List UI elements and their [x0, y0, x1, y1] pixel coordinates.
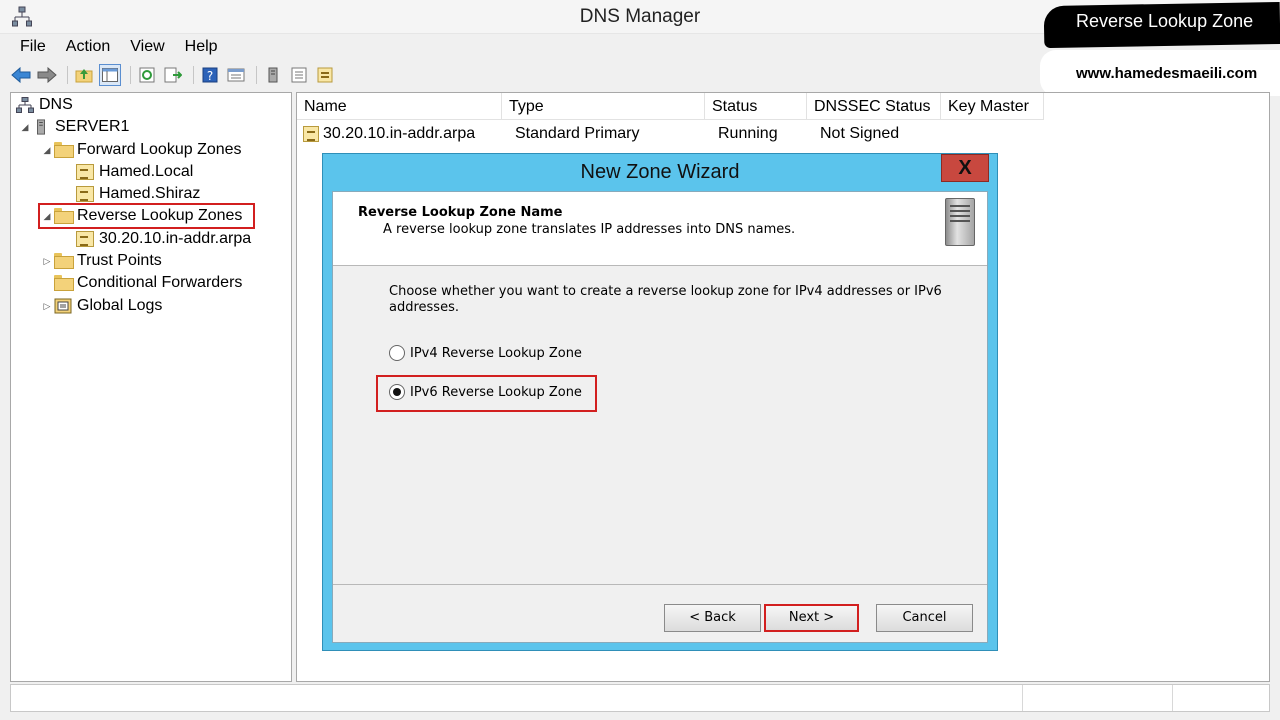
tree-item-server1[interactable]: ◢ SERVER1: [18, 116, 130, 138]
export-list-button[interactable]: [162, 64, 184, 86]
help-button[interactable]: ?: [199, 64, 221, 86]
zone-icon: [303, 126, 319, 142]
dialog-body: Reverse Lookup Zone Name A reverse looku…: [332, 191, 988, 643]
watermark-url: www.hamedesmaeili.com: [1076, 65, 1258, 82]
ipv4-radio[interactable]: [389, 345, 405, 361]
status-divider: [1172, 685, 1173, 711]
expanded-arrow-icon[interactable]: ◢: [18, 122, 32, 133]
server-icon: [37, 119, 45, 135]
wizard-page-title: Reverse Lookup Zone Name: [358, 205, 563, 220]
server-button[interactable]: [262, 64, 284, 86]
collapsed-arrow-icon[interactable]: ▷: [40, 256, 54, 267]
tree-item-label: Conditional Forwarders: [77, 274, 243, 291]
menu-file[interactable]: File: [10, 36, 56, 62]
tree-item-label: Hamed.Shiraz: [99, 185, 201, 202]
tree-item-global-logs[interactable]: ▷ Global Logs: [40, 295, 163, 317]
dns-icon: [16, 97, 34, 113]
list-icon: [291, 67, 307, 83]
zone-icon: [76, 231, 94, 247]
status-divider: [1022, 685, 1023, 711]
folder-icon: [54, 275, 74, 291]
column-header-dnssec-status[interactable]: DNSSEC Status: [807, 93, 941, 120]
cell-type: Standard Primary: [515, 125, 640, 142]
cell-dnssec-status: Not Signed: [820, 125, 900, 142]
expanded-arrow-icon[interactable]: ◢: [40, 145, 54, 156]
tree-item-hamed-shiraz[interactable]: Hamed.Shiraz: [76, 183, 200, 205]
toolbar-separator: [256, 66, 257, 84]
collapsed-arrow-icon[interactable]: ▷: [40, 301, 54, 312]
column-header-name[interactable]: Name: [297, 93, 502, 120]
wizard-instructions: Choose whether you want to create a reve…: [389, 284, 942, 315]
tree-item-trust-points[interactable]: ▷ Trust Points: [40, 250, 162, 272]
properties-button[interactable]: [225, 64, 247, 86]
properties-icon: [227, 68, 245, 82]
forward-button[interactable]: [36, 64, 58, 86]
server-icon: [268, 67, 278, 83]
event-log-icon: [54, 298, 72, 314]
highlight-box: [38, 203, 255, 229]
export-list-icon: [164, 67, 182, 83]
tree-item-label: Forward Lookup Zones: [77, 141, 242, 158]
folder-icon: [54, 142, 74, 158]
tree-item-label: Hamed.Local: [99, 163, 194, 180]
column-header-status[interactable]: Status: [705, 93, 807, 120]
wizard-header: Reverse Lookup Zone Name A reverse looku…: [333, 192, 987, 266]
refresh-icon: [139, 67, 155, 83]
table-row[interactable]: 30.20.10.in-addr.arpa Standard Primary R…: [297, 122, 1050, 146]
cell-name: 30.20.10.in-addr.arpa: [323, 125, 476, 142]
status-bar: [10, 684, 1270, 712]
highlight-box: [376, 375, 597, 412]
toolbar-separator: [67, 66, 68, 84]
tree-item-conditional-forwarders[interactable]: Conditional Forwarders: [54, 272, 242, 294]
wizard-page-subtitle: A reverse lookup zone translates IP addr…: [383, 222, 796, 237]
tree-item-dns[interactable]: DNS: [16, 94, 73, 116]
menu-view[interactable]: View: [120, 36, 174, 62]
dialog-separator: [333, 584, 987, 585]
zone-button[interactable]: [314, 64, 336, 86]
tree-item-label: Global Logs: [77, 297, 163, 314]
menu-action[interactable]: Action: [56, 36, 120, 62]
tree-item-label: Trust Points: [77, 252, 162, 269]
svg-text:?: ?: [207, 69, 213, 83]
dialog-title: New Zone Wizard: [580, 161, 740, 183]
close-button[interactable]: X: [941, 154, 989, 182]
tree-item-hamed-local[interactable]: Hamed.Local: [76, 161, 193, 183]
zone-icon: [317, 67, 333, 83]
help-icon: ?: [202, 67, 218, 83]
toolbar-separator: [130, 66, 131, 84]
tree-item-label: DNS: [39, 96, 73, 113]
show-hide-console-tree-button[interactable]: [99, 64, 121, 86]
tree-item-forward-lookup-zones[interactable]: ◢ Forward Lookup Zones: [40, 139, 242, 161]
column-header-type[interactable]: Type: [502, 93, 705, 120]
list-view-button[interactable]: [288, 64, 310, 86]
refresh-button[interactable]: [136, 64, 158, 86]
list-header: Name Type Status DNSSEC Status Key Maste…: [297, 93, 1044, 120]
new-zone-wizard-dialog: New Zone Wizard X Reverse Lookup Zone Na…: [322, 153, 998, 651]
next-button[interactable]: Next >: [764, 604, 859, 632]
ipv4-option[interactable]: IPv4 Reverse Lookup Zone: [389, 345, 582, 361]
column-header-key-master[interactable]: Key Master: [941, 93, 1044, 120]
back-button[interactable]: [10, 64, 32, 86]
back-arrow-icon: [11, 67, 31, 83]
folder-icon: [54, 253, 74, 269]
cancel-button[interactable]: Cancel: [876, 604, 973, 632]
watermark-title: Reverse Lookup Zone: [1076, 11, 1254, 31]
toolbar: ?: [10, 63, 340, 87]
zone-icon: [76, 164, 94, 180]
server-tower-icon: [945, 198, 975, 246]
cell-status: Running: [718, 125, 778, 142]
zone-icon: [76, 186, 94, 202]
back-button[interactable]: < Back: [664, 604, 761, 632]
up-folder-icon: [75, 69, 93, 83]
menu-bar: File Action View Help: [10, 36, 228, 62]
tree-item-label: 30.20.10.in-addr.arpa: [99, 230, 252, 247]
tree-item-reverse-zone[interactable]: 30.20.10.in-addr.arpa: [76, 228, 251, 250]
up-one-level-button[interactable]: [73, 64, 95, 86]
ipv4-radio-label: IPv4 Reverse Lookup Zone: [410, 345, 582, 361]
tree-item-label: SERVER1: [55, 118, 130, 135]
toolbar-separator: [193, 66, 194, 84]
menu-help[interactable]: Help: [175, 36, 228, 62]
show-hide-tree-icon: [102, 68, 118, 82]
forward-arrow-icon: [37, 67, 57, 83]
